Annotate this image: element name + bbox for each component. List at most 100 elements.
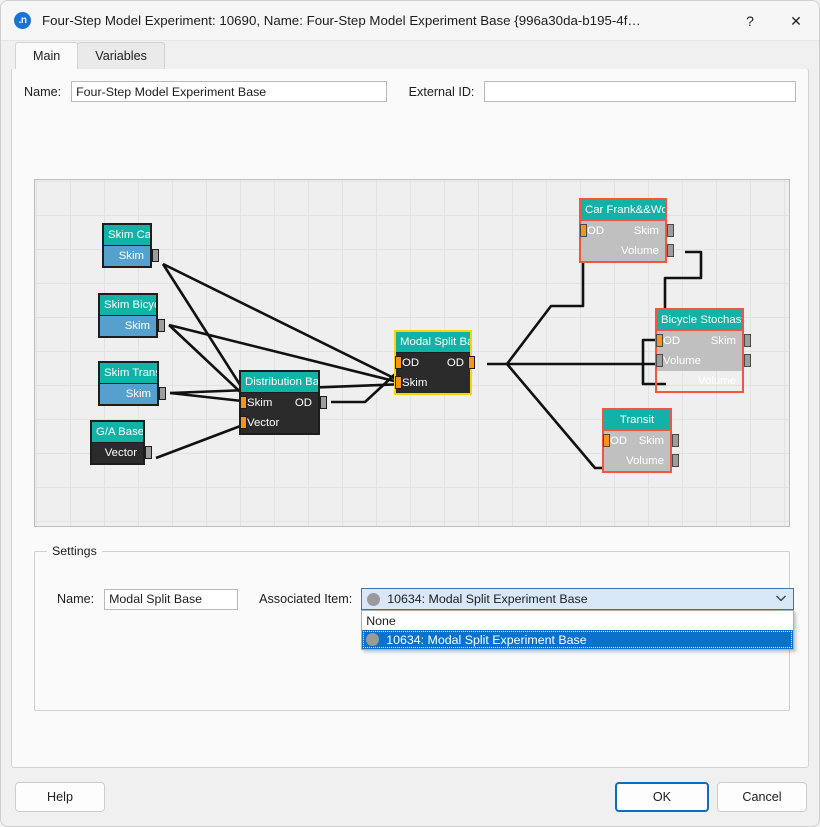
combobox-value: 10634: Modal Split Experiment Base: [387, 592, 587, 606]
tab-variables[interactable]: Variables: [77, 42, 165, 69]
port-row: Skim: [104, 246, 150, 266]
node-title: Bicycle Stochastic: [657, 310, 742, 331]
window-title: Four-Step Model Experiment: 10690, Name:…: [42, 13, 641, 28]
node-body: Skim: [104, 246, 150, 266]
input-port-skim[interactable]: [240, 396, 247, 409]
name-input[interactable]: [71, 81, 387, 102]
settings-group: Settings Name: Associated Item: 10634: M…: [34, 551, 790, 711]
node-distribution-base[interactable]: Distribution Base Skim OD Vector: [239, 370, 320, 435]
port-row: OD Skim: [581, 221, 665, 241]
input-port-skim[interactable]: [395, 376, 402, 389]
input-port-label: OD: [587, 221, 604, 241]
output-port-volume[interactable]: [744, 354, 751, 367]
output-port-volume[interactable]: [672, 454, 679, 467]
node-body: OD Skim Volume Volume: [657, 331, 742, 371]
output-port-od[interactable]: [468, 356, 475, 369]
output-port-skim[interactable]: [158, 319, 165, 332]
port-row: Vector: [241, 413, 318, 433]
port-row: Vector: [92, 443, 143, 463]
close-icon-button[interactable]: ✕: [773, 1, 819, 41]
output-port-label: Skim: [125, 316, 150, 336]
output-port-skim[interactable]: [152, 249, 159, 262]
settings-row: Name: Associated Item: 10634: Modal Spli…: [57, 588, 794, 610]
output-port-label: OD: [447, 353, 464, 373]
input-port-od[interactable]: [603, 434, 610, 447]
item-bullet-icon: [366, 633, 379, 646]
output-port-label: Volume: [626, 451, 664, 471]
port-row: Volume: [604, 451, 670, 471]
dialog-window: .n Four-Step Model Experiment: 10690, Na…: [0, 0, 820, 827]
tab-strip: Main Variables: [1, 41, 819, 69]
node-modal-split-base[interactable]: Modal Split Base OD OD Skim: [394, 330, 472, 395]
external-id-label: External ID:: [409, 85, 475, 99]
port-row: Volume: [581, 241, 665, 261]
window-buttons: ? ✕: [727, 1, 819, 41]
port-row: Skim: [100, 384, 157, 404]
input-port-label: OD: [402, 353, 419, 373]
input-port-od[interactable]: [580, 224, 587, 237]
dropdown-option-none[interactable]: None: [362, 611, 793, 630]
help-icon-button[interactable]: ?: [727, 1, 773, 41]
output-port-volume[interactable]: [667, 244, 674, 257]
output-port-label: Volume: [621, 241, 659, 261]
node-skim-transit[interactable]: Skim Transit Skim: [98, 361, 159, 406]
output-port-vector[interactable]: [145, 446, 152, 459]
settings-name-input[interactable]: [104, 589, 238, 610]
node-title: Modal Split Base: [396, 332, 470, 353]
output-port-skim[interactable]: [667, 224, 674, 237]
node-body: OD OD Skim: [396, 353, 470, 393]
port-row: Skim: [396, 373, 470, 393]
node-title: Car Frank&&Wolfe: [581, 200, 665, 221]
node-skim-car[interactable]: Skim Car Skim: [102, 223, 152, 268]
node-title: G/A Base: [92, 422, 143, 443]
node-title: Skim Car: [104, 225, 150, 246]
node-body: Vector: [92, 443, 143, 463]
input-port-label: Skim: [402, 373, 427, 393]
cancel-button[interactable]: Cancel: [717, 782, 807, 812]
node-title: Skim Transit: [100, 363, 157, 384]
input-port-vector[interactable]: [240, 416, 247, 429]
input-port-label: OD: [663, 331, 680, 351]
input-port-label: Volume: [663, 351, 701, 371]
input-port-label: OD: [610, 431, 627, 451]
port-row: Skim OD: [241, 393, 318, 413]
tab-main[interactable]: Main: [15, 42, 78, 69]
node-body: OD Skim Volume: [581, 221, 665, 261]
dropdown-option-label: None: [366, 614, 396, 628]
model-diagram-canvas[interactable]: Skim Car Skim Skim Bicycle Skim: [34, 179, 790, 527]
chevron-down-icon[interactable]: [775, 592, 787, 604]
node-body: Skim OD Vector: [241, 393, 318, 433]
settings-name-label: Name:: [57, 592, 94, 606]
help-button[interactable]: Help: [15, 782, 105, 812]
output-port-label: Skim: [639, 431, 664, 451]
dialog-footer: Help OK Cancel: [1, 769, 820, 826]
item-bullet-icon: [367, 593, 380, 606]
associated-item-label: Associated Item:: [259, 592, 352, 606]
combobox-dropdown-list[interactable]: None 10634: Modal Split Experiment Base: [361, 610, 794, 650]
ok-button[interactable]: OK: [615, 782, 709, 812]
input-port-volume[interactable]: [656, 354, 663, 367]
output-port-label: Skim: [711, 331, 736, 351]
dropdown-option-modal-split[interactable]: 10634: Modal Split Experiment Base: [362, 630, 793, 649]
dropdown-option-label: 10634: Modal Split Experiment Base: [386, 633, 586, 647]
port-row: OD Skim: [657, 331, 742, 351]
node-car-frank-wolfe[interactable]: Car Frank&&Wolfe OD Skim Volume: [579, 198, 667, 263]
port-row: Skim: [100, 316, 156, 336]
output-port-skim[interactable]: [672, 434, 679, 447]
node-skim-bicycle[interactable]: Skim Bicycle Skim: [98, 293, 158, 338]
output-port-skim[interactable]: [744, 334, 751, 347]
input-port-od[interactable]: [656, 334, 663, 347]
output-port-od[interactable]: [320, 396, 327, 409]
node-transit[interactable]: Transit OD Skim Volume: [602, 408, 672, 473]
port-row: OD Skim: [604, 431, 670, 451]
output-port-label: Skim: [126, 384, 151, 404]
node-title: Transit: [604, 410, 670, 431]
output-port-skim[interactable]: [159, 387, 166, 400]
input-port-od[interactable]: [395, 356, 402, 369]
node-ga-base[interactable]: G/A Base Vector: [90, 420, 145, 465]
node-bicycle-stochastic[interactable]: Bicycle Stochastic OD Skim Volume Volume: [655, 308, 744, 393]
associated-item-combobox[interactable]: 10634: Modal Split Experiment Base None …: [361, 588, 794, 610]
external-id-input[interactable]: [484, 81, 796, 102]
combobox-display[interactable]: 10634: Modal Split Experiment Base: [361, 588, 794, 610]
output-port-label: Vector: [105, 443, 137, 463]
